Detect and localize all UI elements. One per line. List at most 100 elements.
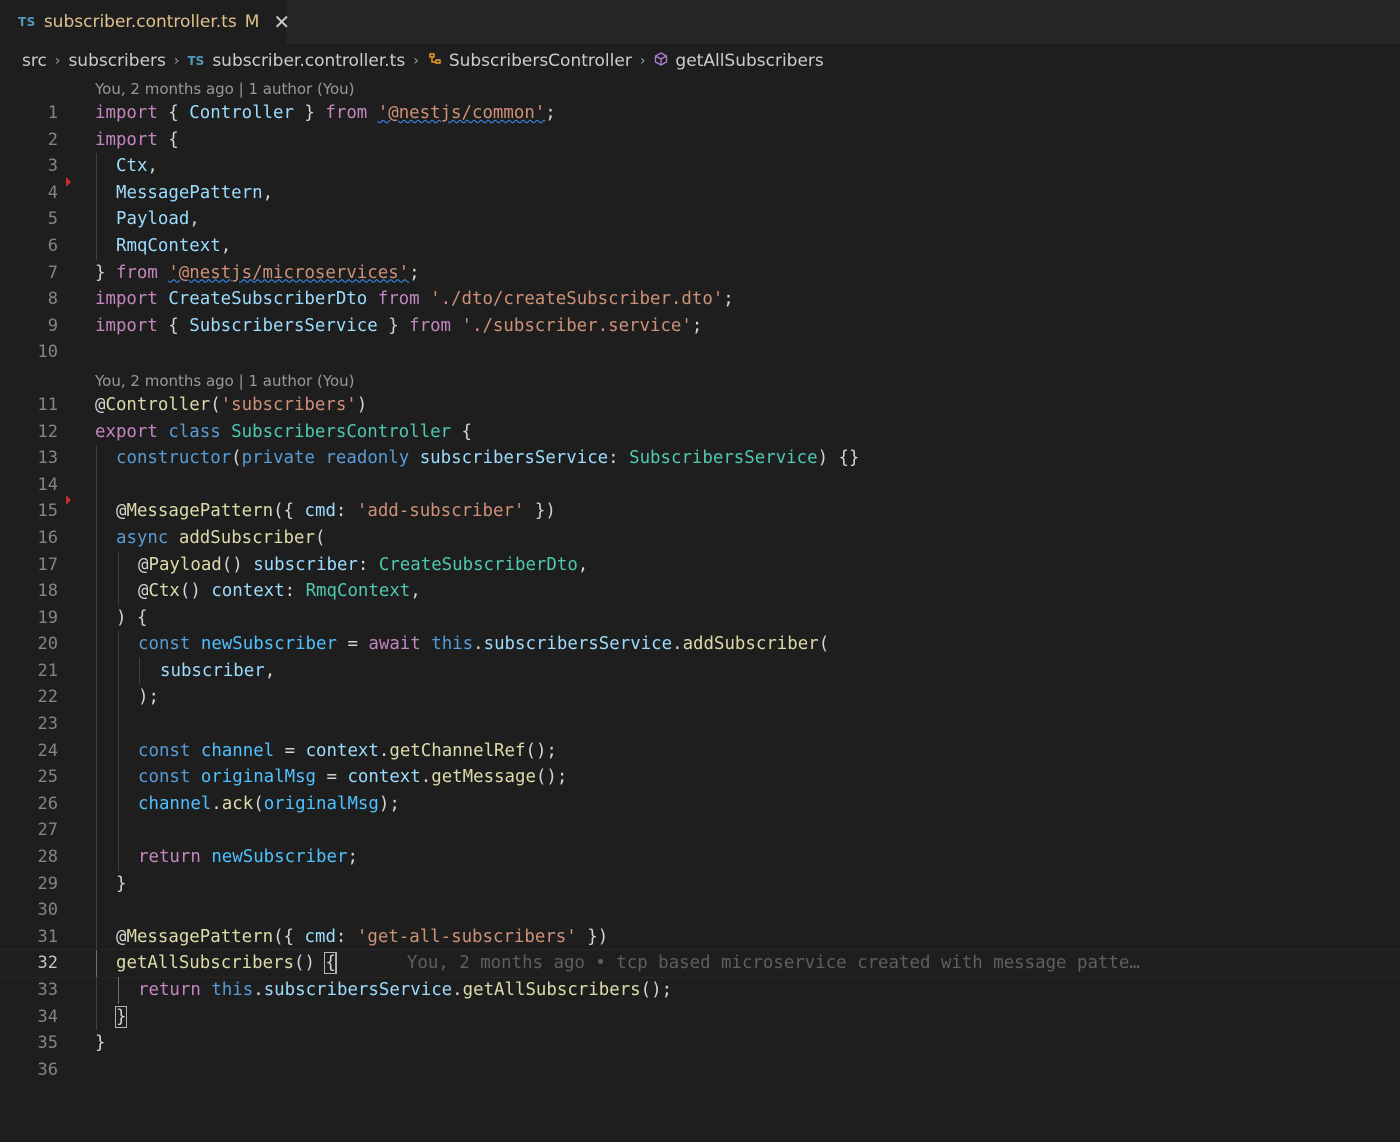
- line-number: 2: [47, 129, 58, 150]
- token: Ctx: [148, 581, 180, 602]
- token: (: [818, 634, 830, 655]
- token: ) {: [116, 607, 148, 628]
- code-line: 20 const newSubscriber = await this.subs…: [0, 631, 1400, 658]
- token: cmd: [304, 926, 336, 947]
- code-line: 27: [0, 817, 1400, 845]
- token: ,: [189, 209, 200, 230]
- token: =: [274, 740, 306, 761]
- codelens-author[interactable]: You, 2 months ago | 1 author (You): [0, 370, 1400, 392]
- token: from: [377, 289, 420, 310]
- code-line: 2 import {: [0, 127, 1400, 154]
- token: ;: [723, 289, 734, 310]
- code-text: import { Controller } from '@nestjs/comm…: [95, 100, 556, 127]
- token: :: [335, 501, 357, 522]
- code-line: 30: [0, 897, 1400, 924]
- code-text: async addSubscriber(: [116, 525, 325, 552]
- code-text: );: [138, 684, 159, 711]
- token: Controller: [189, 103, 294, 123]
- codelens-author[interactable]: You, 2 months ago | 1 author (You): [0, 78, 1400, 100]
- code-text: ) {: [116, 605, 147, 632]
- code-line: 12 export class SubscribersController {: [0, 419, 1400, 446]
- line-number: 16: [37, 527, 58, 548]
- indent-guide: [118, 977, 119, 1004]
- code-text: import {: [95, 127, 179, 154]
- code-line: 13 constructor(private readonly subscrib…: [0, 445, 1400, 472]
- breadcrumb-item-class[interactable]: SubscribersController: [449, 51, 632, 71]
- code-text: }: [116, 871, 126, 898]
- indent-guide: [118, 551, 119, 579]
- indent-guide: [96, 764, 97, 791]
- code-line: 17 @Payload() subscriber: CreateSubscrib…: [0, 551, 1400, 579]
- token: CreateSubscriberDto: [168, 289, 368, 310]
- code-text: @Controller('subscribers'): [95, 392, 367, 419]
- token: MessagePattern: [126, 501, 274, 522]
- breadcrumb-item-method[interactable]: getAllSubscribers: [675, 51, 823, 71]
- line-number: 9: [47, 315, 58, 336]
- breadcrumb-item-file[interactable]: subscriber.controller.ts: [212, 51, 405, 71]
- code-text: @Payload() subscriber: CreateSubscriberD…: [138, 552, 588, 579]
- token: getAllSubscribers: [462, 980, 641, 1000]
- editor-tab[interactable]: TS subscriber.controller.ts M ✕: [0, 0, 290, 44]
- code-editor[interactable]: You, 2 months ago | 1 author (You) 1 imp…: [0, 78, 1400, 1083]
- indent-guide: [118, 578, 119, 605]
- token: MessagePattern: [116, 182, 263, 203]
- token: @: [116, 501, 127, 522]
- token: :: [608, 448, 630, 469]
- indent-guide: [96, 844, 97, 871]
- token: ();: [525, 740, 557, 761]
- token: return: [138, 980, 201, 1000]
- line-number: 8: [47, 289, 58, 310]
- code-line: 36: [0, 1057, 1400, 1084]
- breadcrumb-item-src[interactable]: src: [22, 51, 47, 71]
- line-number: 32: [37, 953, 58, 974]
- close-icon[interactable]: ✕: [273, 12, 290, 32]
- token: import: [95, 103, 158, 123]
- chevron-right-icon: ›: [173, 53, 180, 69]
- token: ,: [147, 156, 158, 177]
- code-line: 29 }: [0, 870, 1400, 898]
- token: const: [138, 740, 191, 761]
- token: }: [114, 1005, 128, 1028]
- token: ,: [264, 660, 276, 681]
- token: ) {}: [817, 448, 860, 469]
- class-icon: [427, 51, 443, 71]
- token: .: [211, 793, 222, 814]
- code-line: 28 return newSubscriber;: [0, 844, 1400, 871]
- breadcrumb-item-subscribers[interactable]: subscribers: [68, 51, 165, 71]
- chevron-right-icon: ›: [639, 53, 646, 69]
- code-text: RmqContext,: [116, 233, 231, 260]
- token: import: [95, 289, 158, 310]
- token: ;: [347, 847, 358, 868]
- indent-guide: [96, 206, 97, 233]
- token: }: [377, 315, 410, 336]
- code-text: const newSubscriber = await this.subscri…: [138, 631, 829, 658]
- token: ,: [410, 581, 421, 602]
- line-number: 3: [47, 156, 58, 177]
- token: :: [357, 554, 379, 575]
- token: subscribersService: [483, 634, 673, 655]
- token: ;: [691, 315, 703, 336]
- indent-guide: [96, 524, 97, 552]
- method-icon: [653, 51, 669, 71]
- token: (): [179, 581, 212, 602]
- token: ();: [535, 767, 568, 788]
- indent-guide: [96, 578, 97, 605]
- text-cursor: [334, 953, 337, 974]
- token: {: [157, 315, 190, 336]
- indent-guide: [118, 711, 119, 738]
- line-number: 4: [47, 182, 58, 203]
- token: async: [116, 527, 169, 548]
- indent-guide: [96, 657, 97, 685]
- code-text: @MessagePattern({ cmd: 'get-all-subscrib…: [116, 924, 608, 951]
- indent-guide: [96, 471, 97, 499]
- line-number: 17: [37, 554, 58, 575]
- typescript-icon: TS: [187, 54, 205, 68]
- indent-guide: [118, 764, 119, 791]
- line-number: 10: [37, 342, 58, 363]
